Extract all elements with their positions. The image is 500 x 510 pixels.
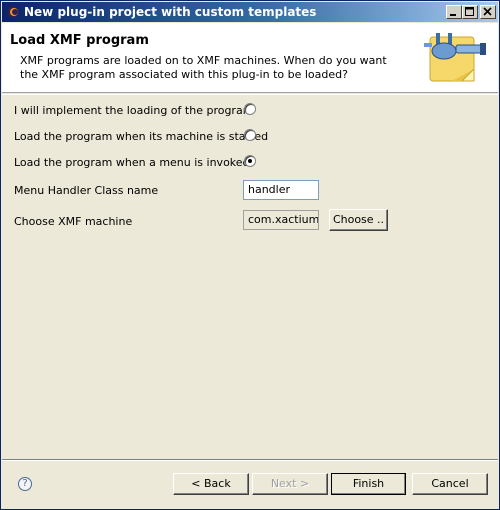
xmf-machine-field: com.xactium. [243,210,319,230]
page-title: Load XMF program [10,33,149,48]
menu-handler-input[interactable]: handler [243,180,319,200]
finish-label: Finish [352,477,385,490]
next-button[interactable]: Next > [252,473,328,495]
close-icon [483,7,492,16]
wizard-header: Load XMF program XMF programs are loaded… [2,23,498,93]
finish-button[interactable]: Finish [331,473,406,495]
plugin-banner-icon [424,33,486,82]
minimize-icon [450,14,456,16]
option-label-implement: I will implement the loading of the prog… [14,104,254,117]
radio-machine-started[interactable] [244,129,256,141]
xmf-machine-label: Choose XMF machine [14,215,133,228]
eclipse-icon [7,6,19,18]
maximize-button[interactable] [462,5,478,19]
radio-menu-invoked[interactable] [244,155,256,167]
option-label-menu-invoked: Load the program when a menu is invoked [14,156,250,169]
page-description: XMF programs are loaded on to XMF machin… [20,54,387,81]
header-separator [2,94,498,95]
footer-separator [2,459,498,461]
wizard-window: New plug-in project with custom template… [0,0,500,510]
radio-implement-loading[interactable] [244,103,256,115]
choose-machine-label: Choose .. [332,213,385,226]
radio-selected-dot [248,159,252,163]
maximize-icon [465,7,474,16]
choose-machine-button[interactable]: Choose .. [329,209,388,231]
cancel-button[interactable]: Cancel [412,473,488,495]
minimize-button[interactable] [446,5,462,19]
close-button[interactable] [480,5,496,19]
title-bar[interactable]: New plug-in project with custom template… [2,2,498,22]
help-icon[interactable]: ? [18,477,32,491]
option-label-machine-started: Load the program when its machine is sta… [14,130,269,143]
back-button[interactable]: < Back [173,473,249,495]
cancel-label: Cancel [431,477,469,490]
back-label: < Back [191,477,231,490]
menu-handler-label: Menu Handler Class name [14,184,159,197]
window-title: New plug-in project with custom template… [24,5,317,19]
next-label: Next > [270,477,310,490]
